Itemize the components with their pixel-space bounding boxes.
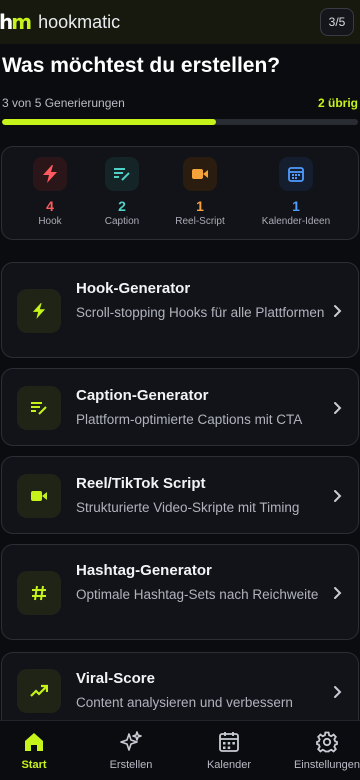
stat-value: 2 — [118, 198, 126, 214]
home-icon — [25, 733, 43, 751]
feature-card-hook-generator[interactable]: Hook-Generator Scroll-stopping Hooks für… — [1, 262, 359, 358]
nav-item-einstellungen[interactable]: Einstellungen — [282, 731, 360, 771]
usage-progress-bar — [2, 119, 358, 125]
app-name: hookmatic — [38, 11, 121, 32]
stat-reel-script[interactable]: 1 Reel-Script — [160, 157, 240, 227]
feature-card-hashtag-generator[interactable]: Hashtag-Generator Optimale Hashtag-Sets … — [1, 544, 359, 640]
chevron-right-icon — [334, 402, 342, 414]
calendar-icon — [219, 732, 239, 752]
lightning-icon — [33, 157, 67, 191]
nav-label: Erstellen — [109, 759, 153, 771]
stat-value: 4 — [46, 198, 54, 214]
chevron-right-icon — [334, 305, 342, 317]
feature-title: Viral-Score — [76, 670, 155, 687]
bottom-navigation: Start Erstellen Kalender Einstellungen — [0, 720, 360, 780]
sparkles-icon — [120, 731, 142, 751]
feature-title: Hashtag-Generator — [76, 562, 212, 579]
edit-lines-icon — [105, 157, 139, 191]
stat-caption[interactable]: 2 Caption — [82, 157, 162, 227]
trending-up-icon — [17, 669, 61, 713]
feature-description: Content analysieren und verbessern — [76, 695, 293, 710]
usage-progress-fill — [2, 119, 216, 125]
video-camera-icon — [17, 474, 61, 518]
stat-calendar-ideas[interactable]: 1 Kalender-Ideen — [256, 157, 336, 227]
feature-description: Scroll-stopping Hooks für alle Plattform… — [76, 305, 325, 320]
nav-label: Start — [21, 759, 47, 771]
nav-label: Einstellungen — [293, 759, 360, 771]
usage-remaining: 2 übrig — [317, 96, 358, 110]
feature-description: Plattform-optimierte Captions mit CTA — [76, 412, 303, 427]
stat-hook[interactable]: 4 Hook — [10, 157, 90, 227]
feature-card-caption-generator[interactable]: Caption-Generator Plattform-optimierte C… — [1, 368, 359, 446]
stat-label: Reel-Script — [175, 216, 225, 227]
stat-value: 1 — [292, 198, 300, 214]
chevron-right-icon — [334, 686, 342, 698]
nav-item-kalender[interactable]: Kalender — [184, 731, 274, 771]
stat-value: 1 — [196, 198, 204, 214]
stats-card: 4 Hook 2 Caption 1 Reel-Script 1 Kalende… — [1, 146, 359, 240]
stat-label: Kalender-Ideen — [261, 216, 331, 227]
video-camera-icon — [183, 157, 217, 191]
stat-label: Caption — [104, 216, 140, 227]
edit-lines-icon — [17, 386, 61, 430]
calendar-icon — [279, 157, 313, 191]
app-logo: hm — [0, 10, 32, 34]
feature-description: Optimale Hashtag-Sets nach Reichweite — [76, 587, 319, 602]
feature-title: Caption-Generator — [76, 387, 209, 404]
nav-label: Kalender — [206, 759, 252, 771]
feature-card-reel-script[interactable]: Reel/TikTok Script Strukturierte Video-S… — [1, 456, 359, 534]
hashtag-icon — [17, 571, 61, 615]
feature-title: Reel/TikTok Script — [76, 475, 206, 492]
nav-item-erstellen[interactable]: Erstellen — [86, 731, 176, 771]
gear-icon — [316, 731, 338, 753]
nav-item-start[interactable]: Start — [0, 731, 79, 771]
lightning-icon — [17, 289, 61, 333]
generation-counter-badge[interactable]: 3/5 — [320, 8, 354, 36]
feature-title: Hook-Generator — [76, 280, 191, 297]
stat-label: Hook — [38, 216, 62, 227]
chevron-right-icon — [334, 490, 342, 502]
brand[interactable]: hm hookmatic — [0, 10, 120, 34]
app-header: hm hookmatic 3/5 — [0, 0, 360, 44]
feature-description: Strukturierte Video-Skripte mit Timing — [76, 500, 300, 515]
page-title: Was möchtest du erstellen? — [2, 54, 281, 77]
chevron-right-icon — [334, 587, 342, 599]
usage-text: 3 von 5 Generierungen — [2, 96, 125, 110]
